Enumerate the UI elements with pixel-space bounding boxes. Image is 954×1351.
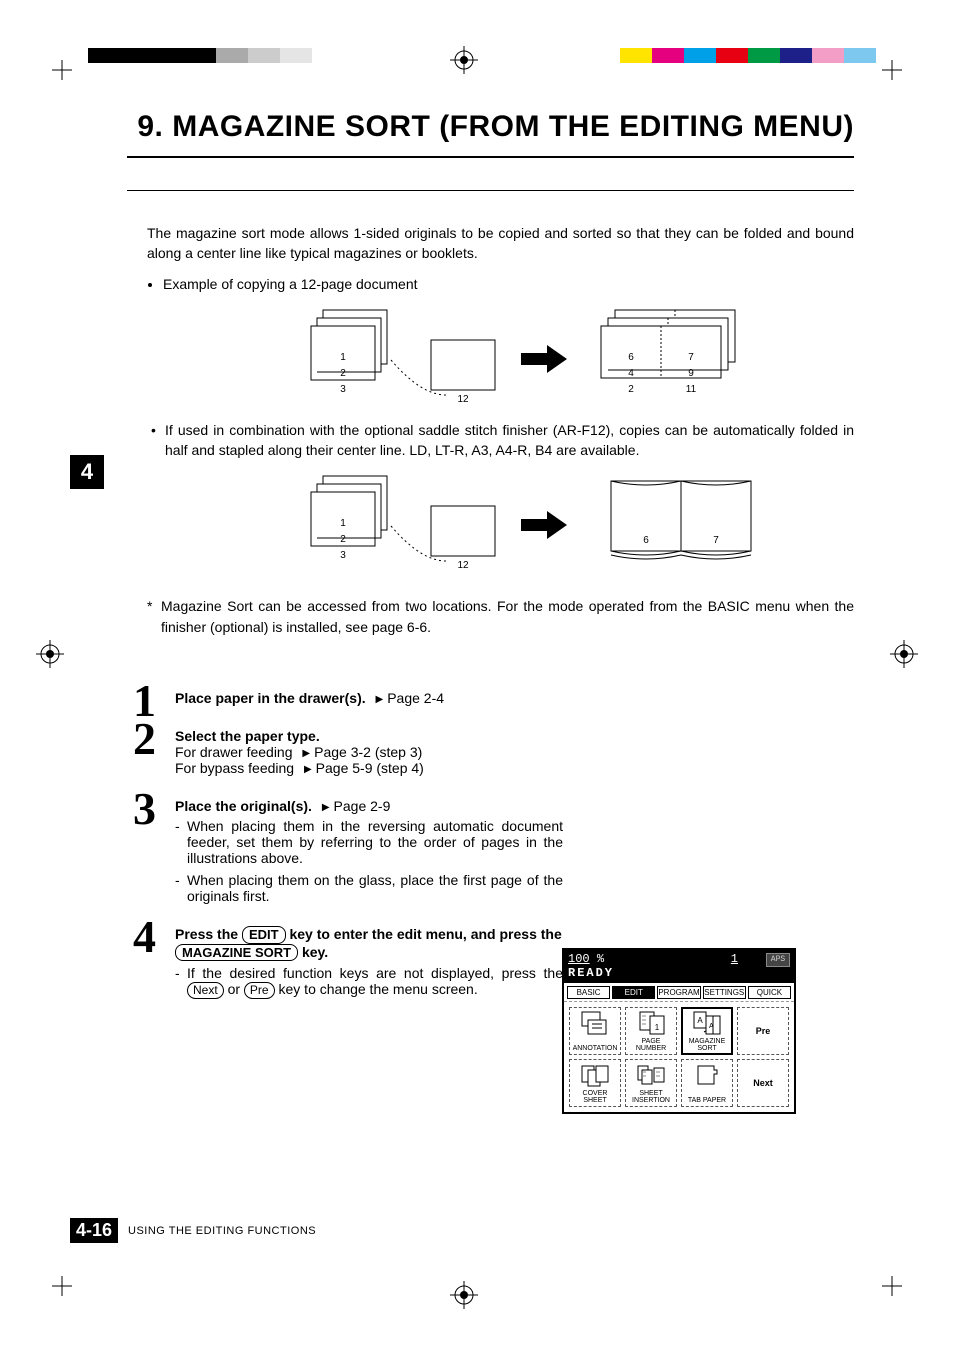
title-rule <box>127 156 854 158</box>
step-heading-part: key. <box>302 944 328 960</box>
tab-paper-icon <box>692 1062 722 1097</box>
page-ref: Page 2-9 <box>316 798 391 814</box>
svg-text:1: 1 <box>340 518 346 529</box>
step-heading: Select the paper type. <box>175 728 320 744</box>
magazine-sort-key[interactable]: MAGAZINE SORT <box>175 944 298 962</box>
option-annotation[interactable]: ANNOTATION <box>569 1007 621 1055</box>
next-key[interactable]: Next <box>187 982 224 998</box>
tab-basic[interactable]: BASIC <box>567 986 610 999</box>
svg-text:1: 1 <box>340 352 346 363</box>
registration-mark-icon <box>450 46 478 74</box>
body-text: The magazine sort mode allows 1-sided or… <box>147 223 854 647</box>
svg-text:11: 11 <box>685 384 696 395</box>
svg-text:12: 12 <box>457 394 469 405</box>
page-footer: 4-16 USING THE EDITING FUNCTIONS <box>70 1218 316 1243</box>
pre-key[interactable]: Pre <box>244 982 275 998</box>
step-heading-part: Press the <box>175 926 242 942</box>
registration-mark-icon <box>450 1281 478 1309</box>
screen-header: APS 1 100 % READY <box>564 950 794 983</box>
svg-text:1: 1 <box>655 1023 660 1032</box>
asterisk-note: Magazine Sort can be accessed from two l… <box>147 596 854 637</box>
svg-text:3: 3 <box>340 384 346 395</box>
footer-text: USING THE EDITING FUNCTIONS <box>128 1225 316 1237</box>
step-4: 4 Press the EDIT key to enter the edit m… <box>133 926 563 999</box>
edit-key[interactable]: EDIT <box>242 926 286 944</box>
option-page-number[interactable]: 1 PAGE NUMBER <box>625 1007 677 1055</box>
step-heading-part: key to enter the edit menu, and press th… <box>289 926 561 942</box>
registration-mark-icon <box>36 640 64 668</box>
step-line: For drawer feeding <box>175 744 293 760</box>
screen-tabs: BASIC EDIT PROGRAM SETTINGS QUICK <box>564 983 794 1002</box>
svg-text:12: 12 <box>457 560 469 571</box>
step-heading: Place the original(s). <box>175 798 312 814</box>
step-3: 3 Place the original(s). Page 2-9 When p… <box>133 798 563 904</box>
option-tab-paper[interactable]: TAB PAPER <box>681 1059 733 1107</box>
chapter-tab: 4 <box>70 455 104 489</box>
svg-text:6: 6 <box>628 352 634 363</box>
step-number: 3 <box>133 786 156 832</box>
svg-text:4: 4 <box>628 368 634 379</box>
page-number: 4-16 <box>70 1218 118 1243</box>
zoom-ratio: 100 <box>568 952 590 966</box>
step-number: 2 <box>133 716 156 762</box>
next-button[interactable]: Next <box>737 1059 789 1107</box>
option-cover-sheet[interactable]: COVER SHEET <box>569 1059 621 1107</box>
crop-mark-icon <box>52 60 72 80</box>
percent-label: % <box>597 952 604 966</box>
magazine-sort-icon: AA <box>692 1010 722 1038</box>
tab-settings[interactable]: SETTINGS <box>703 986 746 999</box>
step-subnote: When placing them in the reversing autom… <box>175 818 563 866</box>
svg-text:3: 3 <box>340 550 346 561</box>
crop-mark-icon <box>882 1276 902 1296</box>
option-magazine-sort[interactable]: AA MAGAZINE SORT <box>681 1007 733 1055</box>
tab-edit[interactable]: EDIT <box>612 986 655 999</box>
step-1: 1 Place paper in the drawer(s). Page 2-4 <box>133 690 563 706</box>
crop-mark-icon <box>52 1276 72 1296</box>
svg-text:6: 6 <box>643 535 649 546</box>
svg-text:7: 7 <box>688 352 694 363</box>
pre-button[interactable]: Pre <box>737 1007 789 1055</box>
diagram-with-finisher: 1 2 3 12 6 7 <box>241 466 761 586</box>
page-number-icon: 1 <box>636 1010 666 1038</box>
color-bar-left <box>88 48 312 63</box>
manual-page: 9. MAGAZINE SORT (FROM THE EDITING MENU)… <box>0 0 954 1351</box>
copy-count: 1 <box>731 952 738 966</box>
registration-mark-icon <box>890 640 918 668</box>
color-bar-right <box>620 48 876 63</box>
svg-text:9: 9 <box>688 368 694 379</box>
finisher-note: If used in combination with the optional… <box>147 420 854 461</box>
intro-paragraph: The magazine sort mode allows 1-sided or… <box>147 223 854 264</box>
svg-text:2: 2 <box>628 384 634 395</box>
sheet-insertion-icon <box>636 1062 666 1090</box>
copier-screen: APS 1 100 % READY BASIC EDIT PROGRAM SET… <box>562 948 796 1114</box>
svg-text:2: 2 <box>340 534 346 545</box>
svg-text:A: A <box>697 1016 703 1025</box>
tab-quick[interactable]: QUICK <box>748 986 791 999</box>
page-ref: Page 3-2 (step 3) <box>296 744 422 760</box>
step-subnote: When placing them on the glass, place th… <box>175 872 563 904</box>
title-rule <box>127 190 854 191</box>
diagram-before-after: 1 2 3 12 6 7 4 9 <box>241 300 761 410</box>
section-title: 9. MAGAZINE SORT (FROM THE EDITING MENU) <box>127 110 854 144</box>
page-ref: Page 2-4 <box>370 690 445 706</box>
svg-text:A: A <box>709 1023 714 1030</box>
cover-sheet-icon <box>580 1062 610 1090</box>
step-subnote: If the desired function keys are not dis… <box>175 965 563 998</box>
step-number: 4 <box>133 914 156 960</box>
tab-program[interactable]: PROGRAM <box>657 986 700 999</box>
option-sheet-insertion[interactable]: SHEET INSERTION <box>625 1059 677 1107</box>
page-ref: Page 5-9 (step 4) <box>298 760 424 776</box>
aps-indicator: APS <box>766 953 790 967</box>
status-ready: READY <box>568 966 790 980</box>
step-2: 2 Select the paper type. For drawer feed… <box>133 728 563 776</box>
crop-mark-icon <box>882 60 902 80</box>
svg-text:2: 2 <box>340 368 346 379</box>
step-line: For bypass feeding <box>175 760 294 776</box>
step-heading: Place paper in the drawer(s). <box>175 690 366 706</box>
annotation-icon <box>580 1010 610 1045</box>
svg-text:7: 7 <box>713 535 719 546</box>
example-label: Example of copying a 12-page document <box>163 274 854 294</box>
